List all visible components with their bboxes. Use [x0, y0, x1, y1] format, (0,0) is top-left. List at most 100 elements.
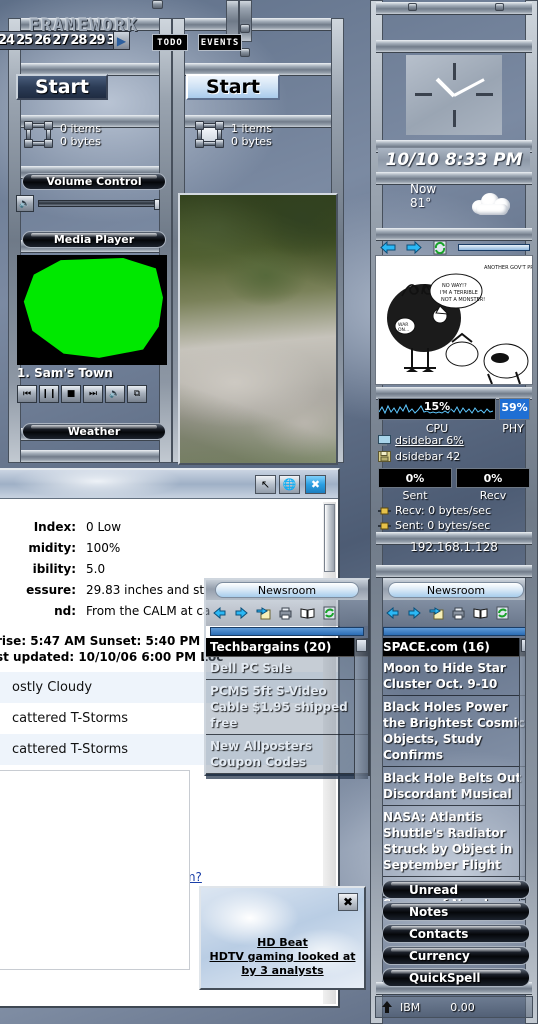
net-rate-row: Sent: 0 bytes/sec	[378, 519, 491, 532]
process-label[interactable]: dsidebar 42	[395, 450, 460, 463]
menu-label: Unread	[409, 882, 459, 897]
up-arrow-icon	[382, 1001, 392, 1013]
sidebar-nav[interactable]	[380, 240, 530, 255]
process-label[interactable]: dsidebar 6%	[395, 434, 464, 447]
stop-icon[interactable]: ■	[61, 385, 81, 403]
resource-meters: 15% 59%	[378, 398, 530, 424]
svg-text:ON...: ON...	[398, 327, 409, 333]
volume-speaker-icon[interactable]: 🔈	[16, 195, 34, 212]
clock-tick-9	[415, 93, 432, 96]
weather-scrollbar-thumb[interactable]	[324, 504, 335, 572]
recv-meter: 0%	[456, 468, 530, 488]
now-playing-label: 1. Sam's Town	[17, 366, 113, 380]
menu-item-currency[interactable]: Currency	[382, 946, 530, 965]
start-button-1[interactable]: Start	[16, 74, 108, 100]
cursor-icon[interactable]: ↖	[255, 475, 276, 494]
weather-detail-row: midity: 100%	[0, 538, 338, 559]
rivet	[152, 0, 163, 9]
print-icon[interactable]	[278, 606, 293, 620]
sidebar-bar	[376, 2, 532, 15]
cpu-value: 15%	[423, 400, 451, 413]
forward-arrow-icon[interactable]	[406, 240, 422, 255]
ticker-symbol: IBM	[400, 1000, 421, 1014]
weather-titlebar[interactable]: ↖ 🌐 ✖	[0, 470, 338, 499]
prev-icon[interactable]: ⏮	[17, 385, 37, 403]
start-label: Start	[34, 76, 90, 98]
process-list: dsidebar 6% dsidebar 42	[378, 434, 464, 463]
sent-meter: 0%	[378, 468, 452, 488]
menu-label: Notes	[409, 904, 449, 919]
media-player-controls[interactable]: ⏮ ❙❙ ■ ⏭ 🔈 ⧉	[17, 385, 147, 403]
newsroom-tab[interactable]: Newsroom	[215, 582, 359, 598]
net-rate-row: Recv: 0 bytes/sec	[378, 504, 491, 517]
volume-slider-thumb[interactable]	[154, 199, 160, 210]
start-button-2[interactable]: Start	[186, 74, 280, 100]
clock-tick-6	[453, 110, 456, 127]
newsroom-titlebar[interactable]: Newsroom	[206, 580, 368, 600]
menu-item-notes[interactable]: Notes	[382, 902, 530, 921]
recycle-bin-icon	[24, 121, 53, 148]
sidebar-progress	[458, 244, 530, 251]
feed-item[interactable]: New Allposters Coupon Codes	[206, 735, 368, 774]
close-icon[interactable]: ✖	[338, 893, 358, 911]
sidebar-bar	[376, 172, 532, 185]
net-rate-label: Sent: 0 bytes/sec	[395, 519, 491, 532]
next-item-icon[interactable]	[256, 606, 271, 620]
newsroom-feed-list[interactable]: Techbargains (20) Dell PC Sale PCMS 5ft …	[206, 638, 368, 779]
recycle-bin-stats: 0 items 0 bytes	[60, 122, 101, 148]
process-row[interactable]: dsidebar 42	[378, 450, 464, 463]
window-icon[interactable]: ⧉	[127, 385, 147, 403]
events-button[interactable]: EVENTS	[198, 34, 242, 51]
sidebar-menu[interactable]: Unread Notes Contacts Currency QuickSpel…	[382, 880, 530, 990]
svg-text:ANOTHER GOV'T PROGRAM: ANOTHER GOV'T PROGRAM	[484, 265, 533, 271]
weather-detail-label: Index:	[33, 520, 76, 534]
close-icon[interactable]: ✖	[305, 475, 326, 494]
recycle-bin-1[interactable]: 0 items 0 bytes	[24, 121, 101, 148]
net-meters: 0% 0%	[378, 468, 530, 488]
book-icon[interactable]	[300, 606, 315, 620]
recycle-bin-2[interactable]: 1 items 0 bytes	[195, 121, 272, 148]
feed-scrollbar[interactable]	[354, 638, 368, 779]
weather-detail-label: midity:	[28, 541, 76, 555]
scroll-up-arrow-icon[interactable]	[356, 639, 367, 652]
stock-ticker-bar[interactable]: IBM 0.00	[375, 996, 533, 1018]
forward-arrow-icon[interactable]	[234, 606, 249, 620]
recycle-items: 1 items	[231, 121, 273, 135]
feed-item[interactable]: Dell PC Sale	[206, 657, 368, 680]
media-player-title[interactable]: Media Player	[22, 231, 166, 248]
newsroom-toolbar[interactable]	[206, 600, 368, 626]
net-rates: Recv: 0 bytes/sec Sent: 0 bytes/sec	[378, 504, 491, 532]
back-arrow-icon[interactable]	[212, 606, 227, 620]
weather-temp: 81°	[410, 196, 432, 210]
menu-item-contacts[interactable]: Contacts	[382, 924, 530, 943]
weather-detail-label: essure:	[26, 583, 76, 597]
back-arrow-icon[interactable]	[380, 240, 396, 255]
phy-meter: 59%	[499, 398, 530, 420]
newsroom-progress	[210, 627, 364, 636]
next-icon[interactable]: ⏭	[83, 385, 103, 403]
weather-widget-title[interactable]: Weather	[22, 423, 166, 440]
feed-item[interactable]: PCMS 5ft S-Video Cable $1.95 shipped fre…	[206, 680, 368, 735]
volume-control-title[interactable]: Volume Control	[22, 173, 166, 190]
plug-icon	[378, 520, 391, 531]
hdbeat-title[interactable]: HD Beat	[257, 936, 308, 949]
monitor-icon	[378, 435, 391, 446]
refresh-icon[interactable]	[322, 606, 337, 620]
hdbeat-body[interactable]: HDTV gaming looked at by 3 analysts	[210, 950, 356, 977]
process-row[interactable]: dsidebar 6%	[378, 434, 464, 447]
sidebar-title: FRAMEWORK	[28, 16, 140, 36]
rivet	[495, 3, 504, 11]
cpu-meter: 15%	[378, 398, 496, 420]
volume-slider[interactable]	[38, 199, 160, 210]
menu-item-quickspell[interactable]: QuickSpell	[382, 968, 530, 987]
pause-icon[interactable]: ❙❙	[39, 385, 59, 403]
globe-icon[interactable]: 🌐	[279, 475, 300, 494]
feed-item-selected[interactable]: Nokia E62 phone $149.99	[206, 774, 368, 779]
menu-item-unread[interactable]: Unread	[382, 880, 530, 899]
refresh-icon[interactable]	[432, 240, 448, 255]
sent-label: Sent	[402, 489, 428, 502]
recv-label: Recv	[479, 489, 507, 502]
net-rate-label: Recv: 0 bytes/sec	[395, 504, 492, 517]
volume-icon[interactable]: 🔈	[105, 385, 125, 403]
cartoon-image: ANOTHER GOV'T PROGRAM WAR ON... NO WAY!?…	[375, 255, 533, 385]
